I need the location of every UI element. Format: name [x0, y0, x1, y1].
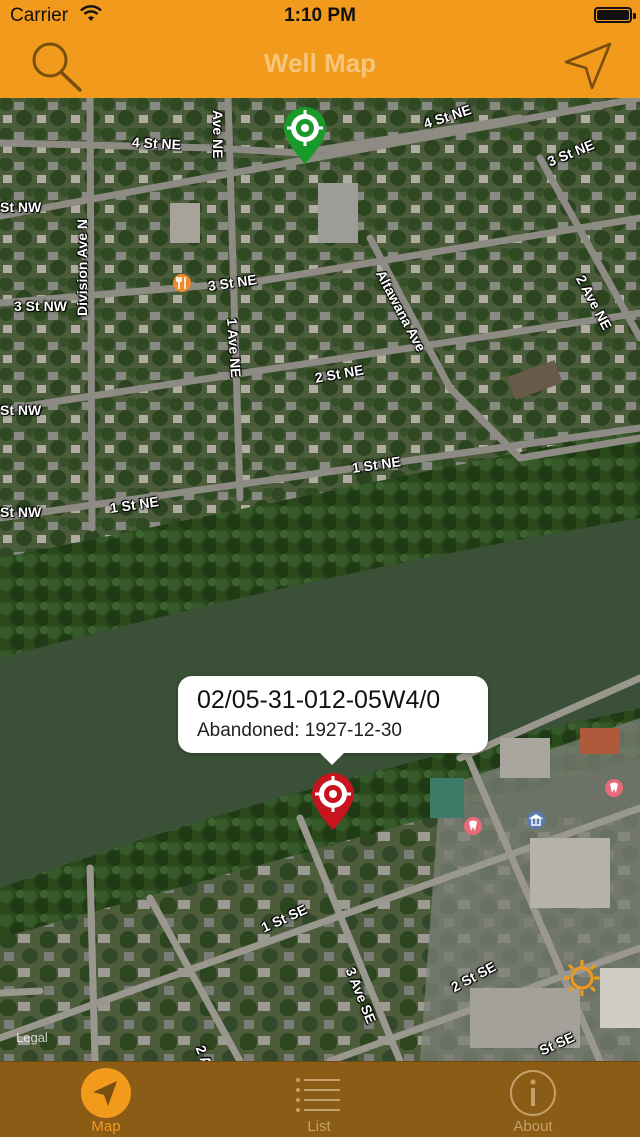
tab-about-label: About: [513, 1118, 553, 1135]
location-arrow-icon: [81, 1068, 131, 1118]
museum-icon: [527, 811, 545, 829]
page-title: Well Map: [263, 48, 377, 78]
tab-list-label: List: [307, 1118, 331, 1135]
tab-about[interactable]: About: [463, 1062, 603, 1137]
navigation-bar: Well Map: [0, 32, 640, 98]
road-label: St NW: [0, 402, 42, 418]
dentist-icon: [464, 817, 482, 835]
road-label: 4 St NE: [131, 134, 182, 153]
list-icon: [296, 1078, 340, 1112]
restaurant-icon: [173, 274, 191, 292]
road-label: St NW: [0, 199, 42, 215]
map-imagery: [0, 98, 640, 1061]
well-pin-selected[interactable]: [308, 772, 358, 832]
road-label: Division Ave N: [74, 219, 90, 316]
satellite-map[interactable]: 4 St NE 4 St NE 3 St NE 3 St NE Ave NE D…: [0, 98, 640, 1061]
legal-link[interactable]: Legal: [16, 1030, 48, 1045]
well-status-label: Abandoned: 1927-12-30: [197, 720, 402, 741]
dentist-icon: [605, 779, 623, 797]
status-time: 1:10 PM: [284, 5, 356, 26]
well-id-label: 02/05-31-012-05W4/0: [197, 686, 441, 714]
tab-map-label: Map: [91, 1118, 121, 1135]
tab-bar: Map List About: [0, 1061, 640, 1137]
tab-list[interactable]: List: [249, 1062, 389, 1137]
sun-icon: [564, 960, 600, 996]
road-label: 3 St NW: [14, 298, 67, 314]
road-label: Ave NE: [210, 110, 226, 159]
status-bar: Carrier 1:10 PM: [0, 0, 640, 32]
location-arrow-icon[interactable]: [562, 40, 614, 92]
well-callout[interactable]: 02/05-31-012-05W4/0 Abandoned: 1927-12-3…: [178, 676, 488, 765]
road-label: St NW: [0, 504, 42, 520]
well-pin-active[interactable]: [280, 106, 330, 166]
tab-map[interactable]: Map: [36, 1062, 176, 1137]
info-icon: [510, 1070, 556, 1116]
battery-icon: [594, 7, 636, 23]
